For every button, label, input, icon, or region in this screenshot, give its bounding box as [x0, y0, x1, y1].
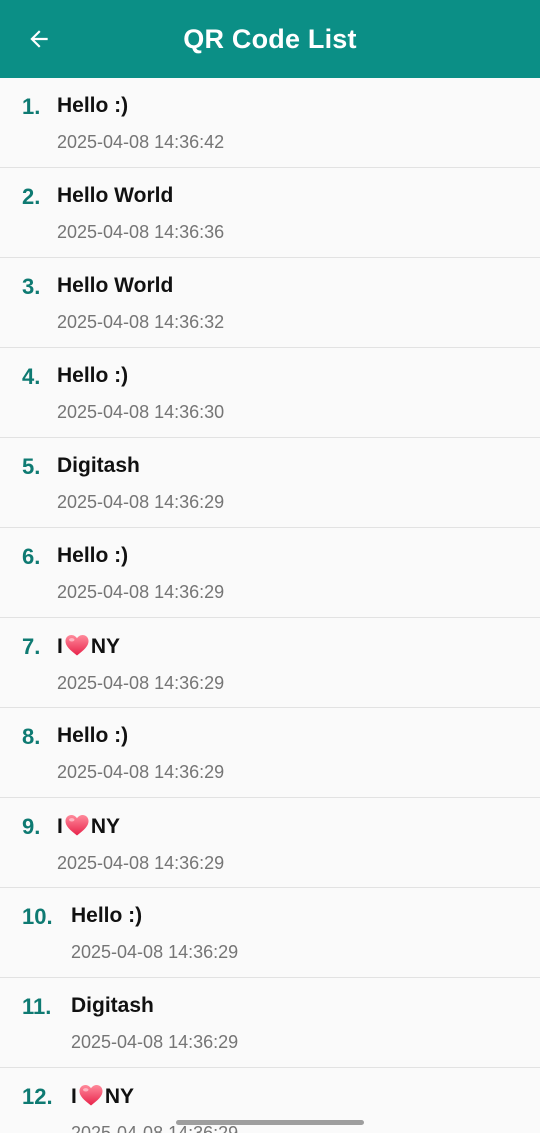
item-text: I NY	[57, 814, 528, 839]
item-content: Hello :) 2025-04-08 14:36:29	[57, 724, 528, 782]
item-timestamp: 2025-04-08 14:36:29	[71, 1032, 239, 1052]
item-timestamp: 2025-04-08 14:36:29	[57, 673, 225, 693]
item-number: 3.	[22, 274, 41, 299]
item-content: Hello :) 2025-04-08 14:36:42	[57, 94, 528, 152]
item-text: Digitash	[71, 994, 154, 1017]
item-timestamp: 2025-04-08 14:36:29	[57, 492, 225, 512]
page-title: QR Code List	[183, 23, 357, 54]
item-text: Digitash	[57, 454, 140, 477]
item-text: Hello :)	[57, 724, 129, 747]
item-content: Hello :) 2025-04-08 14:36:29	[57, 544, 528, 602]
item-number: 12.	[22, 1084, 53, 1109]
item-timestamp: 2025-04-08 14:36:29	[71, 942, 239, 962]
item-text: I NY	[71, 1084, 528, 1109]
list-item[interactable]: 2. Hello World 2025-04-08 14:36:36	[0, 168, 540, 258]
list-item[interactable]: 6. Hello :) 2025-04-08 14:36:29	[0, 528, 540, 618]
item-timestamp: 2025-04-08 14:36:29	[57, 762, 225, 782]
item-text: Hello :)	[57, 94, 129, 117]
heart-emoji-icon	[64, 634, 90, 656]
list-item[interactable]: 4. Hello :) 2025-04-08 14:36:30	[0, 348, 540, 438]
item-text-part: I	[71, 1085, 77, 1108]
item-number: 9.	[22, 814, 41, 839]
heart-emoji-icon	[78, 1084, 104, 1106]
item-content: Hello :) 2025-04-08 14:36:29	[71, 904, 528, 962]
list-item[interactable]: 7. I NY 2025-04-08 14:36:29	[0, 618, 540, 708]
app-bar: QR Code List	[0, 0, 540, 78]
item-text-part: I	[57, 815, 63, 838]
arrow-left-icon	[30, 30, 48, 48]
item-number: 6.	[22, 544, 41, 569]
list-item[interactable]: 5. Digitash 2025-04-08 14:36:29	[0, 438, 540, 528]
item-content: Hello World 2025-04-08 14:36:32	[57, 274, 528, 332]
item-number: 2.	[22, 184, 41, 209]
item-text-part: NY	[104, 1085, 135, 1108]
qr-list-screen: QR Code List 1. Hello :) 2025-04-08 14:36:…	[0, 0, 540, 1133]
item-content: Hello World 2025-04-08 14:36:36	[57, 184, 528, 242]
item-number: 4.	[22, 364, 41, 389]
item-content: I NY 2025-04-08 14:36:29	[57, 634, 528, 693]
item-timestamp: 2025-04-08 14:36:36	[57, 222, 225, 242]
item-timestamp: 2025-04-08 14:36:30	[57, 402, 225, 422]
item-text-part: NY	[90, 815, 121, 838]
item-number: 1.	[22, 94, 41, 119]
item-text: I NY	[57, 634, 528, 659]
item-content: I NY 2025-04-08 14:36:29	[71, 1084, 528, 1133]
item-text: Hello :)	[57, 544, 129, 567]
qr-code-list[interactable]: 1. Hello :) 2025-04-08 14:36:42 2. Hello Wor…	[0, 78, 540, 1133]
back-button[interactable]	[14, 19, 64, 59]
item-text-part: NY	[90, 635, 121, 658]
item-text: Hello :)	[57, 364, 129, 387]
list-item[interactable]: 3. Hello World 2025-04-08 14:36:32	[0, 258, 540, 348]
list-item[interactable]: 8. Hello :) 2025-04-08 14:36:29	[0, 708, 540, 798]
item-text: Hello :)	[71, 904, 143, 927]
item-timestamp: 2025-04-08 14:36:42	[57, 132, 225, 152]
home-indicator	[176, 1120, 364, 1125]
item-timestamp: 2025-04-08 14:36:29	[57, 853, 225, 873]
item-content: Hello :) 2025-04-08 14:36:30	[57, 364, 528, 422]
list-item[interactable]: 10. Hello :) 2025-04-08 14:36:29	[0, 888, 540, 978]
item-number: 5.	[22, 454, 41, 479]
list-item[interactable]: 1. Hello :) 2025-04-08 14:36:42	[0, 78, 540, 168]
item-number: 11.	[22, 994, 52, 1019]
item-content: Digitash 2025-04-08 14:36:29	[57, 454, 528, 512]
item-text: Hello World	[57, 184, 174, 207]
item-text-part: I	[57, 635, 63, 658]
item-content: Digitash 2025-04-08 14:36:29	[71, 994, 528, 1052]
item-text: Hello World	[57, 274, 174, 297]
item-number: 8.	[22, 724, 41, 749]
item-number: 10.	[22, 904, 53, 929]
list-item[interactable]: 9. I NY 2025-04-08 14:36:29	[0, 798, 540, 888]
item-content: I NY 2025-04-08 14:36:29	[57, 814, 528, 873]
item-timestamp: 2025-04-08 14:36:29	[57, 582, 225, 602]
item-number: 7.	[22, 634, 41, 659]
item-timestamp: 2025-04-08 14:36:32	[57, 312, 225, 332]
heart-emoji-icon	[64, 814, 90, 836]
list-item[interactable]: 11. Digitash 2025-04-08 14:36:29	[0, 978, 540, 1068]
